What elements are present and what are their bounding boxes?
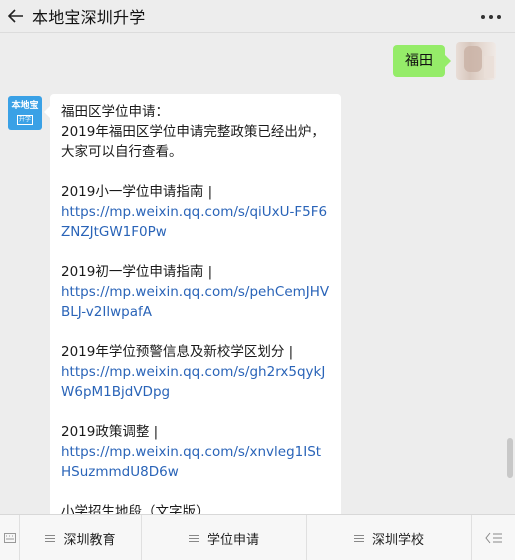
link-warning-info[interactable]: https://mp.weixin.qq.com/s/gh2rx5qykJW6p… bbox=[61, 362, 330, 402]
scrollbar-thumb[interactable] bbox=[507, 438, 513, 478]
more-options-icon[interactable] bbox=[481, 7, 501, 27]
section-label: 小学招生地段（文字版） bbox=[61, 504, 210, 514]
keyboard-toggle[interactable] bbox=[0, 515, 20, 560]
outgoing-message-bubble[interactable]: 福田 bbox=[393, 45, 451, 77]
bot-avatar[interactable]: 本地宝 升学 bbox=[8, 96, 42, 130]
menu-lines-icon bbox=[45, 533, 56, 544]
section-label: 2019初一学位申请指南 | bbox=[61, 264, 213, 280]
section-label: 2019小一学位申请指南 | bbox=[61, 184, 213, 200]
menu-lines-icon bbox=[353, 533, 364, 544]
header-bar: 本地宝深圳升学 bbox=[0, 0, 515, 33]
menu-lines-icon bbox=[188, 533, 199, 544]
link-junior-guide[interactable]: https://mp.weixin.qq.com/s/pehCemJHVBLJ-… bbox=[61, 282, 330, 322]
back-arrow-icon bbox=[8, 9, 23, 23]
bot-avatar-subtext: 升学 bbox=[17, 115, 33, 125]
back-button[interactable] bbox=[0, 0, 32, 33]
message-line: 福田区学位申请： bbox=[61, 104, 169, 120]
link-primary-guide[interactable]: https://mp.weixin.qq.com/s/qiUxU-F5F6ZNZ… bbox=[61, 202, 330, 242]
menu-tab-shenzhen-schools[interactable]: 深圳学校 bbox=[307, 515, 472, 560]
incoming-message-bubble: 福田区学位申请： 2019年福田区学位申请完整政策已经出炉， 大家可以自行查看。… bbox=[44, 94, 341, 514]
menu-list-icon bbox=[484, 532, 502, 543]
menu-toggle-button[interactable] bbox=[472, 515, 515, 560]
section-label: 2019年学位预警信息及新校学区划分 | bbox=[61, 344, 294, 360]
user-avatar[interactable] bbox=[456, 42, 496, 80]
link-policy-adjust[interactable]: https://mp.weixin.qq.com/s/xnvleg1IStHSu… bbox=[61, 442, 330, 482]
menu-tab-shenzhen-education[interactable]: 深圳教育 bbox=[20, 515, 142, 560]
chat-area: 福田 本地宝 升学 福田区学位申请： 2019年福田区学位申请完整政策已经出炉，… bbox=[0, 34, 515, 514]
chat-title: 本地宝深圳升学 bbox=[32, 8, 146, 27]
menu-tab-degree-application[interactable]: 学位申请 bbox=[142, 515, 307, 560]
keyboard-icon bbox=[3, 533, 16, 543]
message-line: 2019年福田区学位申请完整政策已经出炉， bbox=[61, 124, 325, 140]
message-line: 大家可以自行查看。 bbox=[61, 144, 183, 160]
bot-avatar-text: 本地宝 bbox=[11, 101, 39, 111]
section-label: 2019政策调整 | bbox=[61, 424, 159, 440]
bottom-menu: 深圳教育 学位申请 深圳学校 bbox=[0, 514, 515, 560]
